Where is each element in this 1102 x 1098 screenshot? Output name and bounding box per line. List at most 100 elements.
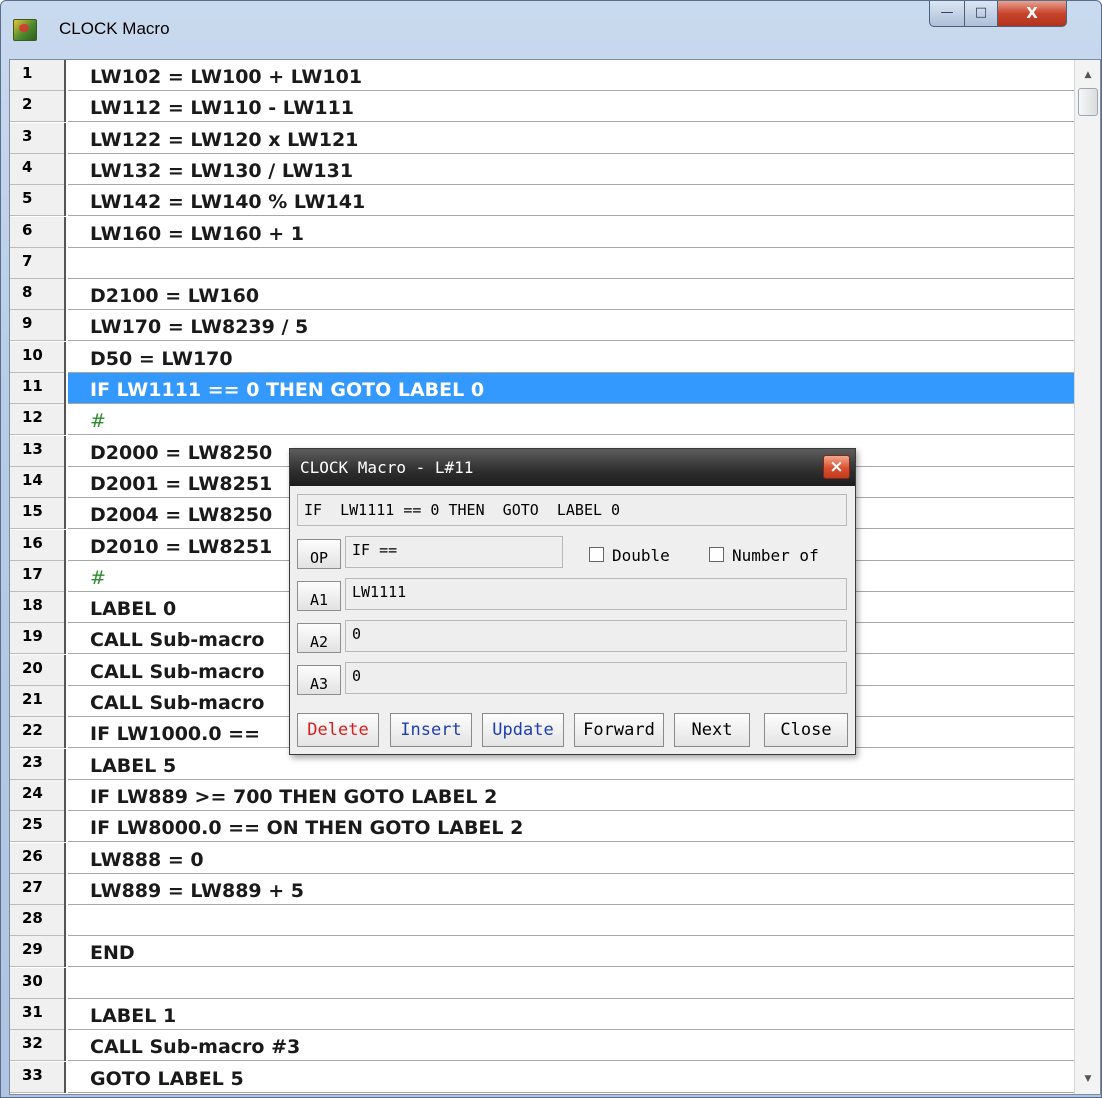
code-line[interactable]: 31 LABEL 1 <box>10 999 1074 1030</box>
app-icon <box>13 19 37 41</box>
line-code[interactable]: END <box>68 936 1074 968</box>
code-line[interactable]: 10 D50 = LW170 <box>10 341 1074 373</box>
line-code[interactable]: LW102 = LW100 + LW101 <box>68 60 1074 91</box>
line-code[interactable]: LW122 = LW120 x LW121 <box>68 123 1074 154</box>
line-code[interactable]: IF LW1111 == 0 THEN GOTO LABEL 0 <box>68 373 1074 404</box>
scroll-down-icon[interactable]: ▼ <box>1075 1068 1100 1090</box>
code-line[interactable]: 26 LW888 = 0 <box>10 842 1074 874</box>
line-code[interactable]: LABEL 1 <box>68 999 1074 1030</box>
code-line[interactable]: 33 GOTO LABEL 5 <box>10 1061 1074 1093</box>
line-code[interactable] <box>68 905 1074 937</box>
number-of-checkbox-box[interactable] <box>709 547 724 562</box>
code-line[interactable]: 24 IF LW889 >= 700 THEN GOTO LABEL 2 <box>10 779 1074 811</box>
minimize-button[interactable]: — <box>929 1 965 27</box>
line-number: 18 <box>10 592 66 624</box>
code-line[interactable]: 3 LW122 = LW120 x LW121 <box>10 122 1074 154</box>
line-number: 5 <box>10 185 66 217</box>
line-number: 19 <box>10 623 66 655</box>
line-code[interactable]: LW888 = 0 <box>68 843 1074 874</box>
a3-field[interactable]: 0 <box>345 662 847 694</box>
code-line[interactable]: 4 LW132 = LW130 / LW131 <box>10 153 1074 185</box>
a3-button[interactable]: A3 <box>297 665 341 695</box>
line-number: 33 <box>10 1061 66 1093</box>
next-button[interactable]: Next <box>674 713 750 747</box>
op-field[interactable]: IF == <box>345 536 563 568</box>
code-line[interactable]: 30 <box>10 967 1074 999</box>
line-number: 26 <box>10 842 66 874</box>
line-code[interactable]: CALL Sub-macro #3 <box>68 1030 1074 1062</box>
double-checkbox[interactable]: Double <box>589 546 670 566</box>
code-line[interactable]: 8 D2100 = LW160 <box>10 279 1074 311</box>
a2-button[interactable]: A2 <box>297 623 341 653</box>
code-line[interactable]: 2 LW112 = LW110 - LW111 <box>10 91 1074 123</box>
line-code[interactable]: LW112 = LW110 - LW111 <box>68 91 1074 123</box>
statement-field[interactable]: IF LW1111 == 0 THEN GOTO LABEL 0 <box>297 494 847 526</box>
line-code[interactable]: LW132 = LW130 / LW131 <box>68 154 1074 185</box>
code-line[interactable]: 1 LW102 = LW100 + LW101 <box>10 60 1074 91</box>
line-number: 29 <box>10 936 66 968</box>
delete-button[interactable]: Delete <box>297 713 379 747</box>
code-line[interactable]: 27 LW889 = LW889 + 5 <box>10 873 1074 905</box>
line-number: 15 <box>10 498 66 530</box>
op-button[interactable]: OP <box>297 539 341 569</box>
line-number: 12 <box>10 404 66 436</box>
dialog-close-button[interactable]: Close <box>764 713 848 747</box>
code-line[interactable]: 5 LW142 = LW140 % LW141 <box>10 185 1074 217</box>
a1-button[interactable]: A1 <box>297 581 341 611</box>
line-number: 3 <box>10 122 66 154</box>
a2-field[interactable]: 0 <box>345 620 847 652</box>
line-number: 22 <box>10 717 66 749</box>
line-number: 13 <box>10 435 66 467</box>
window-titlebar[interactable]: CLOCK Macro — □ X <box>1 1 1101 59</box>
dialog-close-icon[interactable]: × <box>823 455 850 479</box>
line-code[interactable]: GOTO LABEL 5 <box>68 1062 1074 1093</box>
window-title: CLOCK Macro <box>59 19 170 38</box>
number-of-checkbox-label: Number of <box>732 546 819 565</box>
code-line[interactable]: 7 <box>10 247 1074 279</box>
update-button[interactable]: Update <box>482 713 564 747</box>
line-code[interactable]: IF LW8000.0 == ON THEN GOTO LABEL 2 <box>68 811 1074 843</box>
scroll-up-icon[interactable]: ▲ <box>1075 64 1100 86</box>
vertical-scrollbar[interactable]: ▲ ▼ <box>1074 60 1100 1094</box>
line-number: 24 <box>10 779 66 811</box>
line-number: 27 <box>10 873 66 905</box>
line-code[interactable]: D2100 = LW160 <box>68 279 1074 311</box>
line-code[interactable]: LW170 = LW8239 / 5 <box>68 310 1074 342</box>
code-line[interactable]: 29 END <box>10 936 1074 968</box>
line-number: 17 <box>10 560 66 592</box>
line-code[interactable]: # <box>68 404 1074 436</box>
number-of-checkbox[interactable]: Number of <box>709 546 819 566</box>
code-line[interactable]: 25 IF LW8000.0 == ON THEN GOTO LABEL 2 <box>10 811 1074 843</box>
code-line[interactable]: 28 <box>10 905 1074 937</box>
maximize-button[interactable]: □ <box>964 1 998 27</box>
insert-button[interactable]: Insert <box>390 713 472 747</box>
line-number: 2 <box>10 91 66 123</box>
double-checkbox-box[interactable] <box>589 547 604 562</box>
line-code[interactable]: LW142 = LW140 % LW141 <box>68 185 1074 217</box>
line-code[interactable]: LW889 = LW889 + 5 <box>68 874 1074 905</box>
line-code[interactable]: LW160 = LW160 + 1 <box>68 217 1074 248</box>
code-line[interactable]: 32 CALL Sub-macro #3 <box>10 1030 1074 1062</box>
line-number: 7 <box>10 247 66 279</box>
code-line[interactable]: 6 LW160 = LW160 + 1 <box>10 216 1074 248</box>
forward-button[interactable]: Forward <box>574 713 664 747</box>
a1-field[interactable]: LW1111 <box>345 578 847 610</box>
line-code[interactable] <box>68 968 1074 999</box>
line-number: 8 <box>10 279 66 311</box>
double-checkbox-label: Double <box>612 546 670 565</box>
line-code[interactable]: D50 = LW170 <box>68 342 1074 373</box>
line-number: 28 <box>10 905 66 937</box>
code-line[interactable]: 11 IF LW1111 == 0 THEN GOTO LABEL 0 <box>10 373 1074 404</box>
code-line[interactable]: 9 LW170 = LW8239 / 5 <box>10 310 1074 342</box>
code-line[interactable]: 12 # <box>10 404 1074 436</box>
line-code[interactable]: IF LW889 >= 700 THEN GOTO LABEL 2 <box>68 780 1074 811</box>
line-number: 31 <box>10 999 66 1030</box>
line-number: 32 <box>10 1030 66 1062</box>
line-number: 14 <box>10 466 66 498</box>
scrollbar-thumb[interactable] <box>1078 88 1098 116</box>
line-number: 6 <box>10 216 66 248</box>
dialog-titlebar[interactable]: CLOCK Macro - L#11 × <box>290 449 855 486</box>
close-button[interactable]: X <box>997 1 1067 27</box>
line-number: 11 <box>10 373 66 404</box>
line-code[interactable] <box>68 248 1074 279</box>
